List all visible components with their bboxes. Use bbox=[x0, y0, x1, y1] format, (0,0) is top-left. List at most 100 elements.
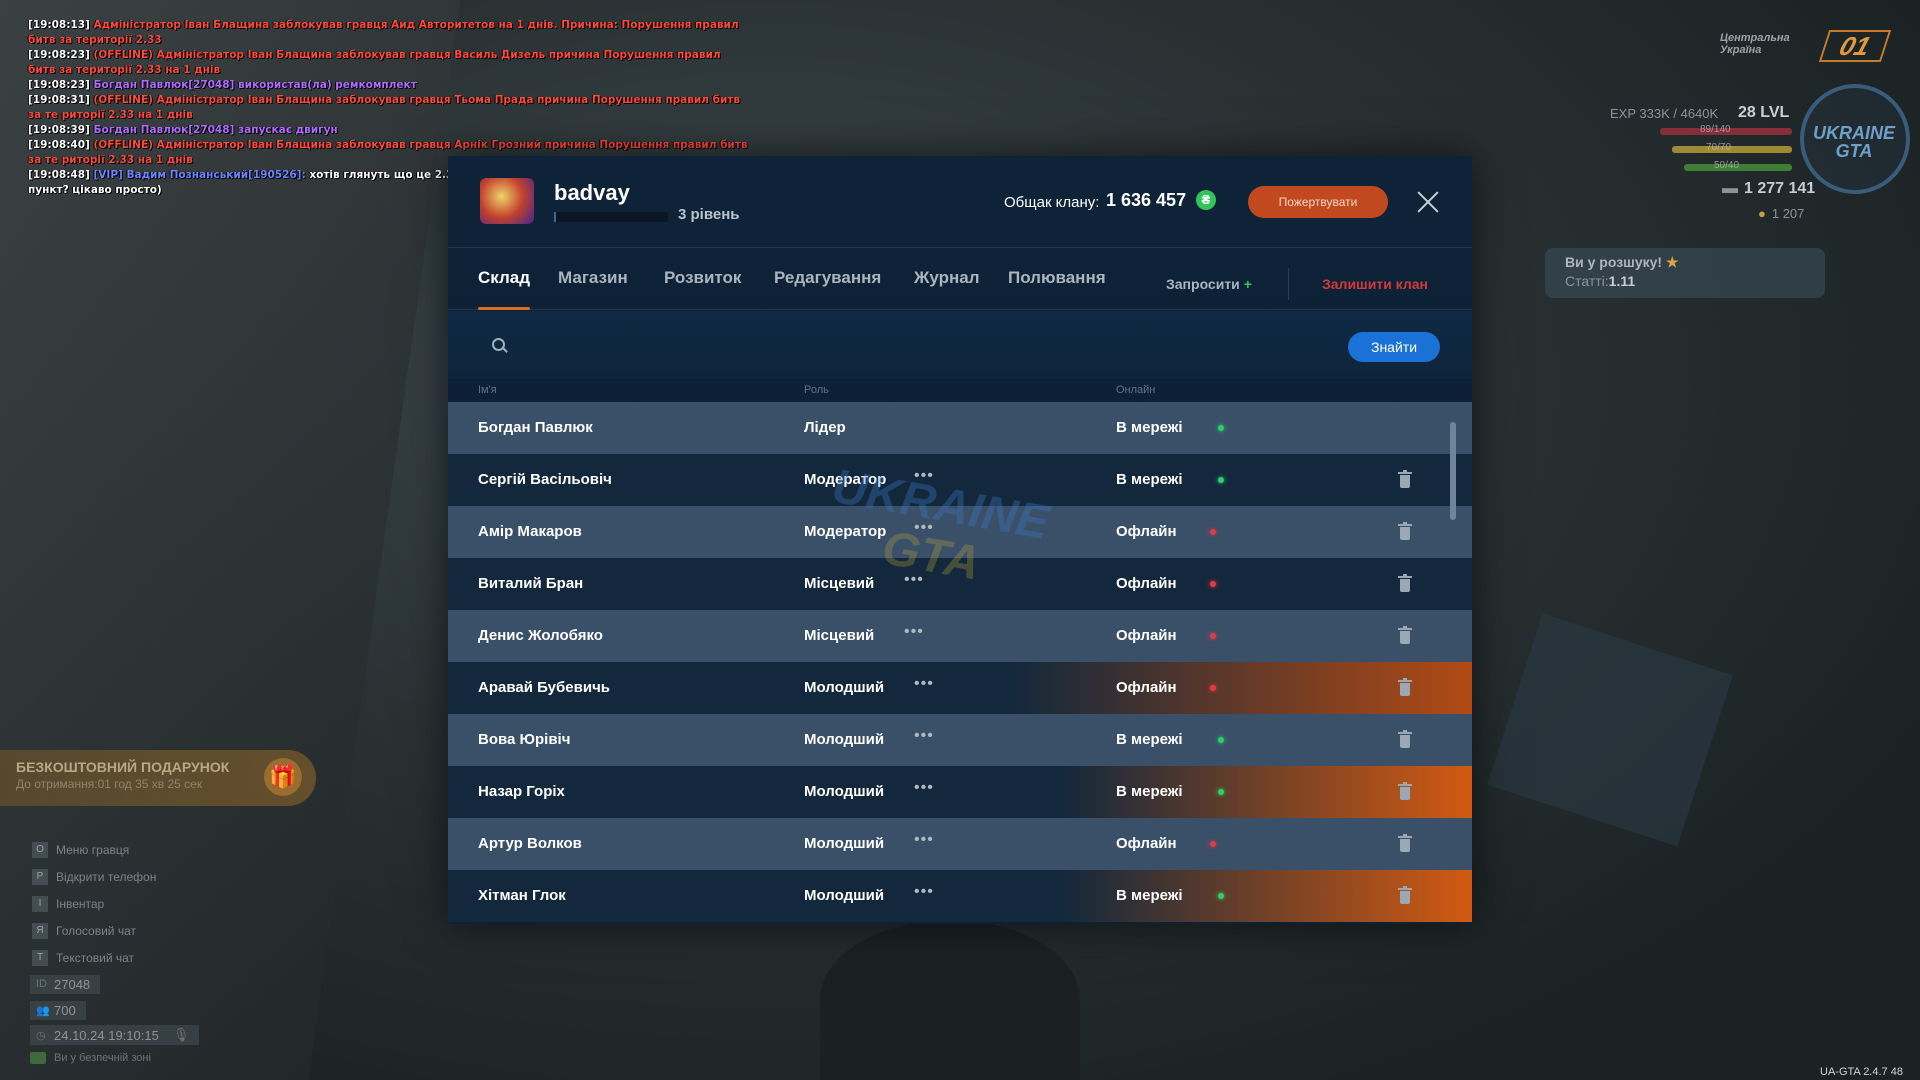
hint-item: O Меню гравця bbox=[32, 836, 156, 863]
more-options-icon[interactable]: ••• bbox=[914, 831, 934, 849]
chat-line: [19:08:13] Адміністратор Іван Блащина за… bbox=[28, 19, 739, 46]
more-options-icon[interactable]: ••• bbox=[914, 727, 934, 745]
offline-indicator bbox=[1210, 581, 1216, 587]
safe-zone-icon bbox=[30, 1052, 46, 1064]
more-options-icon[interactable]: ••• bbox=[904, 623, 924, 641]
tab-hunting[interactable]: Полювання bbox=[1008, 268, 1106, 308]
member-status: Офлайн bbox=[1116, 523, 1177, 540]
clan-level-progress bbox=[554, 212, 668, 222]
member-status: В мережі bbox=[1116, 887, 1183, 904]
food-bar bbox=[1672, 146, 1792, 153]
tab-journal[interactable]: Журнал bbox=[914, 268, 980, 308]
trash-icon[interactable] bbox=[1398, 730, 1412, 749]
free-gift-banner[interactable]: БЕЗКОШТОВНИЙ ПОДАРУНОК До отримання:01 г… bbox=[0, 750, 316, 806]
trash-icon[interactable] bbox=[1398, 522, 1412, 541]
table-row[interactable]: Сергій Васільовіч Модератор ••• В мережі bbox=[448, 454, 1472, 506]
member-status: В мережі bbox=[1116, 731, 1183, 748]
trash-icon[interactable] bbox=[1398, 574, 1412, 593]
member-status: Офлайн bbox=[1116, 575, 1177, 592]
more-options-icon[interactable]: ••• bbox=[914, 779, 934, 797]
key-hints: O Меню гравця P Відкрити телефон I Інвентар… bbox=[32, 836, 156, 971]
online-count: 👥 700 bbox=[30, 1000, 86, 1020]
hint-item: I Інвентар bbox=[32, 890, 156, 917]
member-role: Лідер bbox=[804, 419, 846, 436]
clan-money-value: 1 636 457 bbox=[1106, 190, 1187, 210]
online-indicator bbox=[1218, 893, 1224, 899]
more-options-icon[interactable]: ••• bbox=[914, 675, 934, 693]
donate-button[interactable]: Пожертвувати bbox=[1248, 186, 1388, 218]
member-name: Сергій Васільовіч bbox=[478, 471, 612, 488]
member-name: Вова Юрівіч bbox=[478, 731, 571, 748]
server-logo: UKRAINE GTA bbox=[1812, 123, 1895, 161]
plus-icon: + bbox=[1243, 276, 1252, 292]
trash-icon[interactable] bbox=[1398, 470, 1412, 489]
tab-shop[interactable]: Магазин bbox=[558, 268, 628, 308]
cash-icon: ▬ bbox=[1722, 180, 1738, 197]
member-role: Молодший bbox=[804, 783, 885, 800]
gift-title: БЕЗКОШТОВНИЙ ПОДАРУНОК bbox=[16, 759, 230, 775]
member-name: Денис Жолобяко bbox=[478, 627, 603, 644]
member-role: Місцевий bbox=[804, 575, 875, 592]
clan-money-label: Общак клану: bbox=[1004, 194, 1100, 211]
tab-development[interactable]: Розвиток bbox=[664, 268, 741, 308]
microphone-icon: 🎙 bbox=[172, 1027, 190, 1042]
datetime: ◷ 24.10.24 19:10:15 🎙 bbox=[30, 1025, 200, 1045]
more-options-icon[interactable]: ••• bbox=[914, 883, 934, 901]
hint-item: P Відкрити телефон bbox=[32, 863, 156, 890]
search-input[interactable] bbox=[518, 330, 1098, 362]
trash-icon[interactable] bbox=[1398, 782, 1412, 801]
clan-window: badvay 3 рівень Общак клану: 1 636 457 ₴… bbox=[448, 156, 1472, 924]
region-indicator: Центральна Україна 01 bbox=[1720, 30, 1900, 64]
gift-timer: До отримання:01 год 35 хв 25 сек bbox=[16, 777, 203, 791]
currency-icon: ₴ bbox=[1196, 190, 1216, 210]
member-status: В мережі bbox=[1116, 783, 1183, 800]
close-icon[interactable] bbox=[1416, 190, 1440, 214]
food-value: 70/70 bbox=[1706, 142, 1732, 153]
table-row[interactable]: Богдан Павлюк Лідер В мережі bbox=[448, 402, 1472, 454]
safe-zone-indicator: Ви у безпечній зоні bbox=[30, 1052, 151, 1064]
tab-editing[interactable]: Редагування bbox=[774, 268, 881, 308]
more-options-icon[interactable]: ••• bbox=[904, 571, 924, 589]
member-status: В мережі bbox=[1116, 471, 1183, 488]
table-row[interactable]: Виталий Бран Місцевий ••• Офлайн bbox=[448, 558, 1472, 610]
member-role: Молодший bbox=[804, 731, 885, 748]
invite-button[interactable]: Запросити + bbox=[1166, 276, 1252, 292]
tab-warehouse[interactable]: Склад bbox=[478, 268, 531, 310]
member-role: Молодший bbox=[804, 679, 885, 696]
online-indicator bbox=[1218, 737, 1224, 743]
trash-icon[interactable] bbox=[1398, 626, 1412, 645]
trash-icon[interactable] bbox=[1398, 886, 1412, 905]
divider bbox=[1288, 268, 1289, 300]
member-name: Аравай Бубевичь bbox=[478, 679, 610, 696]
offline-indicator bbox=[1210, 685, 1216, 691]
wanted-panel: Ви у розшуку! ★ Статті:1.11 bbox=[1545, 248, 1825, 298]
trash-icon[interactable] bbox=[1398, 834, 1412, 853]
find-button[interactable]: Знайти bbox=[1348, 332, 1440, 362]
more-options-icon[interactable]: ••• bbox=[914, 519, 934, 537]
table-row[interactable]: Вова Юрівіч Молодший ••• В мережі bbox=[448, 714, 1472, 766]
members-scrollbar[interactable] bbox=[1450, 422, 1456, 520]
hint-item: Я Голосовий чат bbox=[32, 917, 156, 944]
column-header-name: Ім'я bbox=[478, 384, 497, 396]
player-id: ID 27048 bbox=[30, 974, 101, 994]
member-role: Місцевий bbox=[804, 627, 875, 644]
more-options-icon[interactable]: ••• bbox=[914, 467, 934, 485]
table-row[interactable]: Аравай Бубевичь Молодший ••• Офлайн bbox=[448, 662, 1472, 714]
column-header-online: Онлайн bbox=[1116, 384, 1156, 396]
member-name: Богдан Павлюк bbox=[478, 419, 593, 436]
trash-icon[interactable] bbox=[1398, 678, 1412, 697]
table-row[interactable]: Денис Жолобяко Місцевий ••• Офлайн bbox=[448, 610, 1472, 662]
member-status: В мережі bbox=[1116, 419, 1183, 436]
money-counter: ▬ 1 277 141 bbox=[1722, 180, 1816, 197]
clan-name: badvay bbox=[554, 180, 630, 205]
member-name: Артур Волков bbox=[478, 835, 582, 852]
water-value: 50/40 bbox=[1714, 160, 1740, 171]
table-row[interactable]: Хітман Глок Молодший ••• В мережі bbox=[448, 870, 1472, 922]
member-role: Молодший bbox=[804, 887, 885, 904]
table-row[interactable]: Артур Волков Молодший ••• Офлайн bbox=[448, 818, 1472, 870]
table-row[interactable]: Назар Горіх Молодший ••• В мережі bbox=[448, 766, 1472, 818]
leave-clan-button[interactable]: Залишити клан bbox=[1322, 276, 1428, 292]
member-name: Амір Макаров bbox=[478, 523, 582, 540]
table-row[interactable]: Амір Макаров Модератор ••• Офлайн bbox=[448, 506, 1472, 558]
offline-indicator bbox=[1210, 841, 1216, 847]
